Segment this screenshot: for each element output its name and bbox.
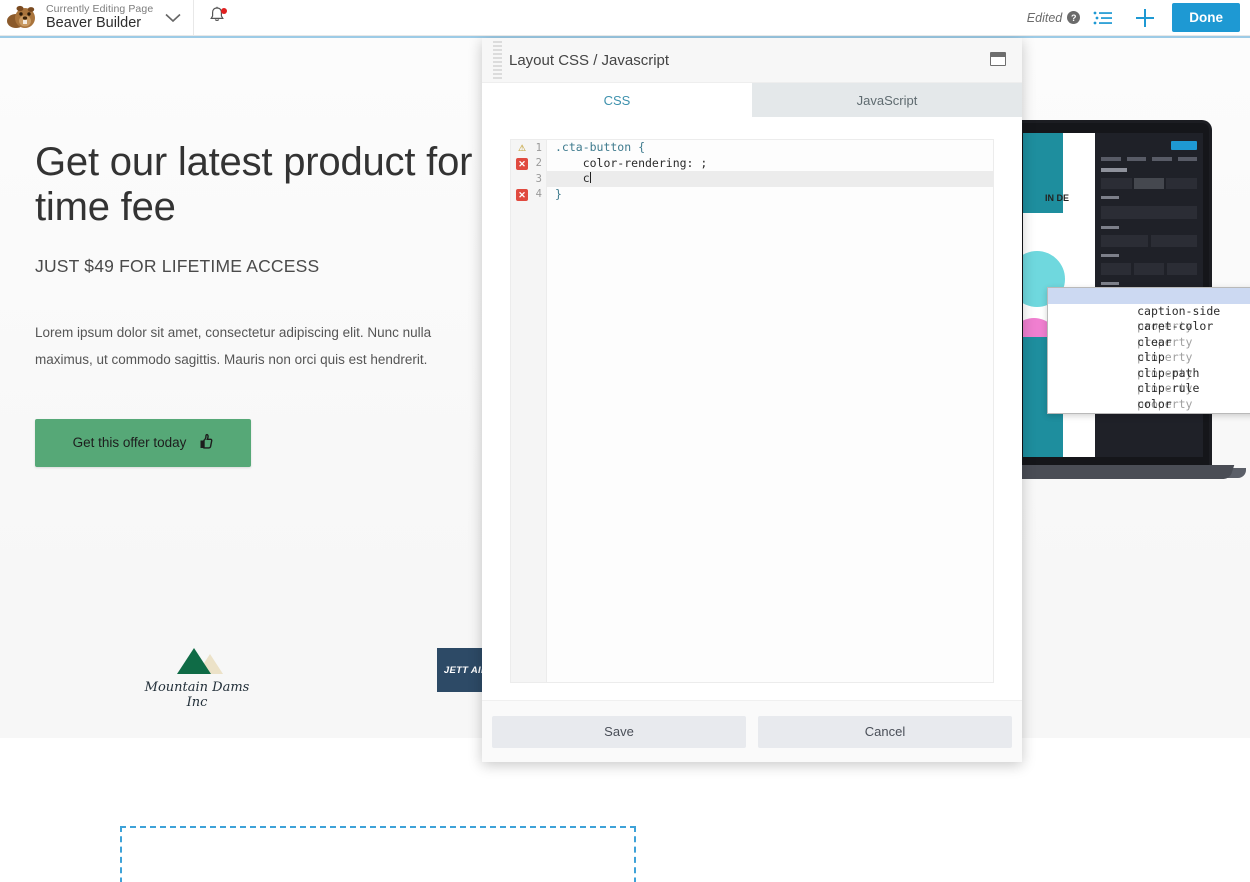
tab-css[interactable]: CSS	[482, 83, 752, 117]
text-cursor	[589, 172, 591, 183]
autocomplete-item-name: color-interpolation	[1137, 412, 1250, 413]
error-icon[interactable]: ✕	[516, 188, 528, 201]
error-icon[interactable]: ✕	[516, 157, 528, 170]
laptop-base	[1000, 465, 1235, 479]
line-number: 2	[535, 157, 542, 170]
thumbs-up-icon	[196, 433, 213, 453]
edited-label: Edited	[1026, 10, 1063, 25]
mountain-icon	[167, 648, 227, 674]
code-line-4: }	[555, 186, 562, 201]
mockup-panel-title	[1101, 168, 1127, 172]
layout-css-js-modal: Layout CSS / Javascript CSS JavaScript ⚠…	[482, 38, 1250, 762]
autocomplete-item[interactable]: caption-side property	[1048, 288, 1250, 333]
preview-text: IN DE	[1045, 193, 1070, 203]
cancel-button[interactable]: Cancel	[758, 715, 1012, 748]
editor-gutter: ⚠ 1 ✕ 2 3 ✕ 4	[511, 140, 547, 682]
editor-code-area[interactable]: .cta-button { color-rendering: ; c }	[547, 140, 993, 682]
autocomplete-item-name: color	[1137, 396, 1172, 411]
mockup-panel-tabs	[1101, 157, 1197, 161]
mockup-input-row-1	[1101, 235, 1197, 247]
mockup-panel-topbar	[1101, 139, 1197, 151]
modal-footer: Save Cancel	[482, 700, 1022, 762]
autocomplete-item-name: clip-rule	[1137, 381, 1200, 395]
autocomplete-item-name: clear	[1137, 334, 1172, 349]
chevron-down-icon[interactable]	[153, 13, 193, 23]
line-number: 4	[535, 188, 542, 201]
app-root: Currently Editing Page Beaver Builder Ed…	[0, 0, 1250, 882]
mockup-select-field	[1101, 206, 1197, 219]
modal-title: Layout CSS / Javascript	[509, 51, 670, 69]
tab-javascript[interactable]: JavaScript	[752, 83, 1022, 117]
gutter-line-1: ⚠ 1	[511, 140, 546, 156]
admin-bar: Currently Editing Page Beaver Builder Ed…	[0, 0, 1250, 36]
code-line-2: color-rendering: ;	[555, 155, 708, 170]
autocomplete-item-name: caption-side	[1137, 303, 1221, 318]
edited-status: Edited ?	[1027, 11, 1082, 25]
maximize-window-icon[interactable]	[990, 52, 1006, 66]
logo-mountain-dams: Mountain Dams Inc	[137, 648, 257, 710]
autocomplete-item-name: caret-color	[1137, 319, 1214, 333]
mockup-field-label-2	[1101, 226, 1119, 229]
autocomplete-item-name: clip	[1137, 350, 1165, 364]
logo-mountain-label: Mountain Dams Inc	[144, 680, 250, 710]
line-number: 3	[535, 172, 542, 185]
mockup-done-button	[1171, 140, 1197, 150]
css-code-editor[interactable]: ⚠ 1 ✕ 2 3 ✕ 4 .cta-button {color-render…	[510, 139, 994, 683]
mockup-input-row-2	[1101, 263, 1197, 275]
modal-tabs: CSS JavaScript	[482, 83, 1022, 117]
autocomplete-list: caption-side property caret-color proper…	[1048, 288, 1250, 413]
mockup-field-label-1	[1101, 196, 1119, 199]
gutter-line-2: ✕ 2	[511, 156, 546, 172]
autocomplete-dropdown[interactable]: caption-side property caret-color proper…	[1047, 287, 1250, 414]
hero-body-text: Lorem ipsum dolor sit amet, consectetur …	[35, 324, 432, 367]
editing-eyebrow: Currently Editing Page	[46, 3, 154, 16]
gutter-line-4: ✕ 4	[511, 187, 546, 203]
warning-icon[interactable]: ⚠	[516, 142, 528, 154]
save-button[interactable]: Save	[492, 715, 746, 748]
page-title: Beaver Builder	[46, 15, 142, 32]
line-number: 1	[535, 141, 542, 154]
outline-list-icon[interactable]	[1082, 0, 1124, 36]
mockup-field-label-4	[1101, 282, 1119, 285]
editor-container: ⚠ 1 ✕ 2 3 ✕ 4 .cta-button {color-render…	[482, 117, 1250, 700]
mockup-field-label-3	[1101, 254, 1119, 257]
mockup-segmented-control	[1101, 178, 1198, 189]
autocomplete-item-name: clip-path	[1137, 365, 1200, 380]
cta-label: Get this offer today	[72, 435, 187, 451]
beaver-logo-icon[interactable]	[0, 0, 44, 36]
modal-header[interactable]: Layout CSS / Javascript	[482, 38, 1022, 83]
notifications-button[interactable]	[194, 0, 240, 36]
empty-media-placeholder[interactable]	[120, 826, 636, 882]
question-mark-icon[interactable]: ?	[1067, 11, 1081, 24]
drag-handle-icon[interactable]	[482, 38, 504, 83]
get-this-offer-button[interactable]: Get this offer today	[35, 418, 251, 467]
code-line-3: c	[547, 171, 993, 187]
notification-badge	[221, 7, 228, 14]
gutter-line-3: 3	[511, 171, 546, 187]
done-button[interactable]: Done	[1172, 3, 1240, 32]
plus-icon[interactable]	[1124, 0, 1166, 36]
editing-page-titles: Currently Editing Page Beaver Builder	[44, 3, 153, 32]
code-line-1: .cta-button {	[555, 140, 646, 154]
